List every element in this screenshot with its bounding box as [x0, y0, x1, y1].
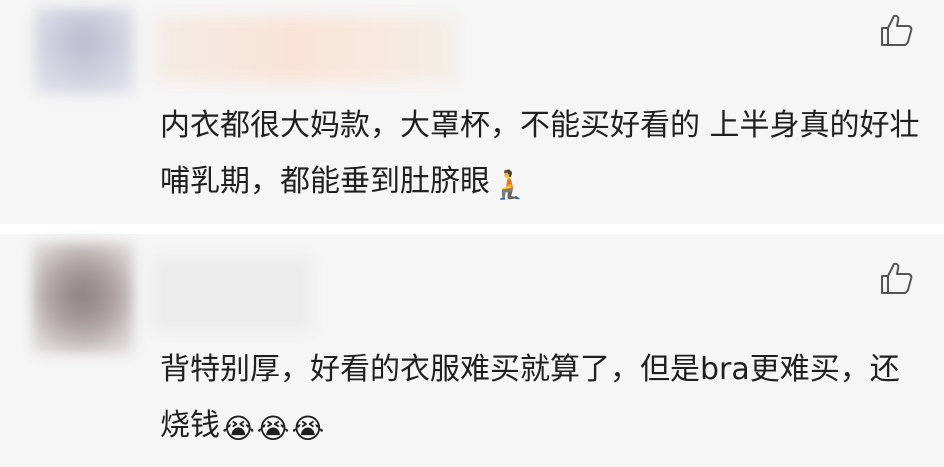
comment-item: 内衣都很大妈款，大罩杯，不能买好看的 上半身真的好壮 哺乳期，都能垂到肚脐眼🧎 [0, 0, 944, 224]
nickname[interactable] [152, 256, 312, 332]
emoji-icon: 🧎 [492, 168, 527, 201]
crying-face-icon: 😭 [256, 412, 290, 445]
comment-text: 背特别厚，好看的衣服难买就算了，但是bra更难买，还烧钱😭😭😭 [160, 342, 920, 454]
crying-face-icon: 😭 [222, 412, 255, 445]
comment-item: 背特别厚，好看的衣服难买就算了，但是bra更难买，还烧钱😭😭😭 [0, 234, 944, 467]
avatar[interactable] [34, 8, 134, 94]
nickname[interactable] [156, 16, 456, 82]
crying-face-icon: 😭 [291, 412, 325, 445]
comment-text: 内衣都很大妈款，大罩杯，不能买好看的 上半身真的好壮 哺乳期，都能垂到肚脐眼🧎 [160, 98, 920, 210]
thumbs-up-icon[interactable] [878, 260, 914, 296]
avatar[interactable] [32, 242, 134, 354]
thumbs-up-icon[interactable] [878, 12, 914, 48]
comment-body: 内衣都很大妈款，大罩杯，不能买好看的 上半身真的好壮 哺乳期，都能垂到肚脐眼 [160, 108, 930, 199]
